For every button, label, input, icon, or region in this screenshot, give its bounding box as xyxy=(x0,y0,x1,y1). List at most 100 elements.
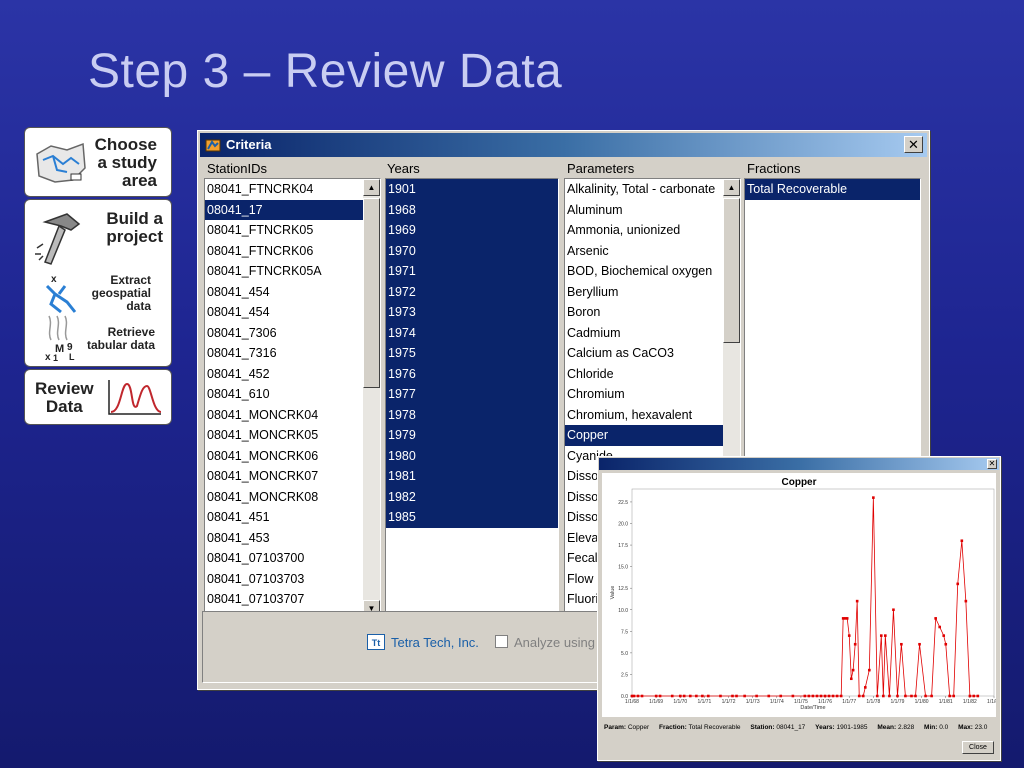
param-value: Copper xyxy=(627,724,650,731)
copper-data-point xyxy=(849,677,853,681)
scroll-up-icon[interactable]: ▲ xyxy=(723,179,740,196)
scroll-thumb[interactable] xyxy=(723,198,740,343)
parameter-list-item[interactable]: Arsenic xyxy=(565,241,723,262)
copper-data-point xyxy=(658,694,662,698)
fraction-list-item[interactable]: Total Recoverable xyxy=(745,179,920,200)
analyze-label: Analyze using xyxy=(514,635,595,650)
year-list-item[interactable]: 1976 xyxy=(386,363,558,384)
station-list-item[interactable]: 08041_MONCRK04 xyxy=(205,405,363,426)
parameter-list-item[interactable]: Chromium xyxy=(565,384,723,405)
analyze-checkbox[interactable] xyxy=(495,635,508,648)
parameter-list-item[interactable]: Chloride xyxy=(565,364,723,385)
parameter-list-item[interactable]: Chromium, hexavalent xyxy=(565,405,723,426)
parameter-list-item[interactable]: Cadmium xyxy=(565,323,723,344)
copper-data-point xyxy=(670,694,674,698)
year-list-item[interactable]: 1971 xyxy=(386,261,558,282)
station-list-item[interactable]: 08041_07103703 xyxy=(205,569,363,590)
hammer-icon xyxy=(35,213,81,265)
parameter-list-item[interactable]: Beryllium xyxy=(565,282,723,303)
station-list-item[interactable]: 08041_452 xyxy=(205,364,363,385)
parameter-list-item[interactable]: Copper xyxy=(565,425,723,446)
copper-data-point xyxy=(896,694,899,698)
station-list-item[interactable]: 08041_454 xyxy=(205,282,363,303)
copper-data-point xyxy=(924,694,927,698)
year-list-item[interactable]: 1970 xyxy=(386,240,558,261)
copper-data-point xyxy=(972,694,976,698)
station-list-item[interactable]: 08041_FTNCRK06 xyxy=(205,241,363,262)
copper-data-point xyxy=(735,694,738,698)
year-list-item[interactable]: 1978 xyxy=(386,404,558,425)
copper-data-point xyxy=(654,694,658,698)
parameter-list-item[interactable]: Ammonia, unionized xyxy=(565,220,723,241)
tetra-tech-link[interactable]: Tetra Tech, Inc. xyxy=(391,635,479,650)
parameter-list-item[interactable]: Boron xyxy=(565,302,723,323)
copper-data-point xyxy=(811,694,815,698)
station-list-item[interactable]: 08041_MONCRK05 xyxy=(205,425,363,446)
chart-titlebar[interactable]: ✕ xyxy=(599,458,999,470)
station-list-item[interactable]: 08041_610 xyxy=(205,384,363,405)
copper-data-point xyxy=(678,694,682,698)
year-list-item[interactable]: 1973 xyxy=(386,302,558,323)
copper-data-point xyxy=(888,694,891,698)
year-list-item[interactable]: 1982 xyxy=(386,486,558,507)
station-list-item[interactable]: 08041_MONCRK07 xyxy=(205,466,363,487)
min-label: Min: xyxy=(924,724,938,731)
copper-data-point xyxy=(636,694,640,698)
station-list-item[interactable]: 08041_07103707 xyxy=(205,589,363,610)
year-list-item[interactable]: 1972 xyxy=(386,281,558,302)
station-list-item[interactable]: 08041_7306 xyxy=(205,323,363,344)
parameter-list-item[interactable]: BOD, Biochemical oxygen xyxy=(565,261,723,282)
y-tick-label: 5.0 xyxy=(621,651,628,657)
year-list-item[interactable]: 1968 xyxy=(386,199,558,220)
chart-close-button[interactable]: Close xyxy=(962,741,994,754)
stationids-list[interactable]: 08041_FTNCRK04 08041_17 08041_FTNCRK05 0804… xyxy=(204,178,381,635)
parameter-list-item[interactable]: Calcium as CaCO3 xyxy=(565,343,723,364)
year-list-item[interactable]: 1974 xyxy=(386,322,558,343)
years-list[interactable]: 1901 1968 1969 1970 1971 1972 1973 1974 1975 1976… xyxy=(385,178,559,635)
parameter-list-item[interactable]: Aluminum xyxy=(565,200,723,221)
year-list-item[interactable]: 1979 xyxy=(386,425,558,446)
year-list-item[interactable]: 1981 xyxy=(386,466,558,487)
station-list-item[interactable]: 08041_451 xyxy=(205,507,363,528)
step-build-line1: Build a xyxy=(106,209,163,228)
x-tick-label: 1/1/69 xyxy=(649,699,663,705)
copper-line-chart: 0.02.55.07.510.012.515.017.520.022.51/1/… xyxy=(610,488,996,711)
year-list-item[interactable]: 1985 xyxy=(386,507,558,528)
year-list-item[interactable]: 1969 xyxy=(386,220,558,241)
parameter-list-item[interactable]: Alkalinity, Total - carbonate xyxy=(565,179,723,200)
station-list-item[interactable]: 08041_454 xyxy=(205,302,363,323)
year-list-item[interactable]: 1977 xyxy=(386,384,558,405)
fraction-value: Total Recoverable xyxy=(688,724,741,731)
scroll-up-icon[interactable]: ▲ xyxy=(363,179,380,196)
station-list-item[interactable]: 08041_MONCRK06 xyxy=(205,446,363,467)
copper-data-point xyxy=(835,694,839,698)
year-list-item[interactable]: 1975 xyxy=(386,343,558,364)
stations-vertical-scrollbar[interactable]: ▲ ▼ xyxy=(363,179,380,617)
step-choose-study-area: Choose a study area xyxy=(24,127,172,197)
copper-data-point xyxy=(914,694,917,698)
copper-data-point xyxy=(803,694,807,698)
chart-summary: Param: Copper Fraction: Total Recoverabl… xyxy=(604,724,995,731)
year-list-item[interactable]: 1901 xyxy=(386,179,558,200)
copper-data-point xyxy=(948,694,951,698)
y-tick-label: 10.0 xyxy=(618,608,628,614)
station-list-item[interactable]: 08041_FTNCRK05 xyxy=(205,220,363,241)
copper-data-point xyxy=(944,642,948,646)
copper-data-point xyxy=(695,694,698,698)
station-list-item[interactable]: 08041_FTNCRK04 xyxy=(205,179,363,200)
station-list-item[interactable]: 08041_07103700 xyxy=(205,548,363,569)
scroll-thumb[interactable] xyxy=(363,198,380,388)
step-choose-line2: a study xyxy=(97,153,157,172)
station-list-item[interactable]: 08041_FTNCRK05A xyxy=(205,261,363,282)
criteria-titlebar[interactable]: Criteria ✕ xyxy=(200,133,927,157)
close-icon[interactable]: ✕ xyxy=(987,459,997,469)
station-list-item[interactable]: 08041_7316 xyxy=(205,343,363,364)
close-icon[interactable]: ✕ xyxy=(904,136,923,153)
y-tick-label: 2.5 xyxy=(621,672,628,678)
year-list-item[interactable]: 1980 xyxy=(386,445,558,466)
copper-data-point xyxy=(815,694,819,698)
station-list-item[interactable]: 08041_17 xyxy=(205,199,363,220)
x-tick-label: 1/1/73 xyxy=(746,699,760,705)
station-list-item[interactable]: 08041_453 xyxy=(205,528,363,549)
station-list-item[interactable]: 08041_MONCRK08 xyxy=(205,487,363,508)
